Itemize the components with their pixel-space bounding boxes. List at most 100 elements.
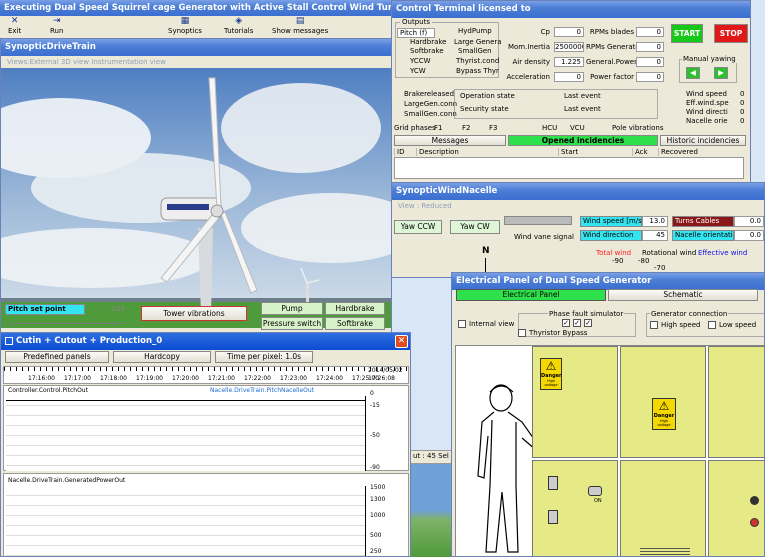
param-label: Air density [512, 58, 550, 66]
y-tick: 1000 [370, 512, 386, 519]
nacelle-orientation-label: Nacelle orientati [672, 230, 734, 241]
book-icon: ◈ [235, 16, 243, 26]
drivetrain-menu[interactable]: Views:External 3D view Instrumentation v… [1, 56, 391, 68]
cabinet-6[interactable] [708, 460, 764, 556]
breaker-1[interactable] [548, 476, 558, 490]
column-header: Recovered [658, 148, 738, 156]
wind-speed-value[interactable]: 13.0 [642, 216, 668, 227]
yaw-ccw-button[interactable]: Yaw CCW [394, 220, 442, 234]
incidence-list[interactable] [394, 157, 744, 179]
wind-vane-bar [504, 216, 572, 225]
y-tick: 1500 [370, 484, 386, 491]
output-1: Hardbrake [410, 38, 447, 46]
wind-speed-label: Wind speed [m/s] [580, 216, 644, 227]
legend-effective-wind: Effective wind [698, 249, 748, 257]
nacelle-menu[interactable]: View : Reduced [392, 200, 764, 212]
tab-2[interactable]: Historic incidencies [660, 135, 746, 146]
grid-icon: ▦ [180, 16, 190, 26]
grid-phase-1: F1 [434, 124, 443, 132]
phase-check-1[interactable]: ✓ [562, 319, 570, 327]
grid-phase-4: HCU [542, 124, 558, 132]
y-tick: -15 [370, 402, 380, 409]
series-pitchnacelle: Nacelle.DriveTrain.PitchNacelleOut [210, 387, 315, 394]
output-5: YCCW [410, 57, 431, 65]
tab-0[interactable]: Messages [394, 135, 506, 146]
turbine-scene [1, 68, 391, 328]
status-label: Brakereleased [404, 90, 455, 98]
close-icon[interactable]: ✕ [395, 335, 408, 348]
toolbar-button-run[interactable]: ⇥ Run [50, 16, 63, 38]
param-label: General.Power [586, 58, 637, 66]
internal-view-check[interactable]: Internal view [458, 320, 514, 328]
breaker-2[interactable] [548, 510, 558, 524]
column-header: Description [416, 148, 546, 156]
wind-vane-label: Wind vane signal [514, 233, 574, 241]
high-speed-box[interactable] [650, 321, 658, 329]
legend-rotational-wind: Rotational wind [642, 249, 697, 257]
danger-sub-1: High voltage [544, 379, 558, 387]
param-label: Mom.Inertia [507, 43, 550, 51]
pitch-select[interactable]: Pitch (f) [397, 28, 435, 38]
danger-sign-1: ⚠ Danger High voltage [540, 358, 562, 390]
control-terminal-title: Control Terminal licensed to [392, 1, 750, 18]
time-per-pixel-button[interactable]: Time per pixel: 1.0s [215, 351, 313, 363]
output-4: SmallGen [458, 47, 492, 55]
softbrake-button[interactable]: Softbrake [325, 317, 385, 330]
wind-info-label: Nacelle orie [686, 117, 728, 125]
y-tick: 0 [370, 390, 374, 397]
phase-check-2[interactable]: ✓ [573, 319, 581, 327]
time-label: 17:21:00 [208, 375, 235, 382]
gen-conn-label: Generator connection [650, 310, 729, 318]
predefined-panels-button[interactable]: Predefined panels [5, 351, 109, 363]
panel-view: ⚠ Danger High voltage ⚠ Danger High volt… [455, 345, 764, 556]
bg-status-bar: ut : 45 Sel : [410, 450, 455, 464]
thyristor-check[interactable]: Thyristor Bypass [518, 329, 587, 337]
internal-view-box[interactable] [458, 320, 466, 328]
cabinet-5[interactable] [620, 460, 706, 556]
yaw-cw-button[interactable]: Yaw CW [450, 220, 500, 234]
meter-dark [750, 496, 759, 505]
stop-button[interactable]: STOP [714, 24, 748, 43]
y-tick: -50 [370, 432, 380, 439]
tab-schematic[interactable]: Schematic [608, 289, 758, 301]
hardcopy-button[interactable]: Hardcopy [113, 351, 211, 363]
low-speed-check[interactable]: Low speed [708, 321, 756, 329]
plot-2[interactable]: Nacelle.DriveTrain.GeneratedPowerOut 150… [3, 473, 409, 556]
toolbar-button-exit[interactable]: ✕ Exit [8, 16, 21, 38]
series-pitchout: Controller.Control.PitchOut [8, 387, 88, 394]
output-6: Thyrist.cond [456, 57, 500, 65]
hardbrake-button[interactable]: Hardbrake [325, 302, 385, 315]
tab-electrical-panel[interactable]: Electrical Panel [456, 289, 606, 301]
pressure-switch-button[interactable]: Pressure switch [261, 317, 323, 330]
toolbar-button-show-messages[interactable]: ▤ Show messages [272, 16, 328, 38]
tab-1[interactable]: Opened incidencies [508, 135, 658, 146]
toolbar-label: Run [50, 27, 64, 35]
pump-button[interactable]: Pump [261, 302, 323, 315]
wind-info-value: 0 [740, 117, 745, 125]
main-toolbar: ✕ Exit ⇥ Run ▦ Synoptics ◈ Tutorials ▤ Show messa… [0, 16, 391, 38]
plot-1[interactable]: Controller.Control.PitchOut Nacelle.Driv… [3, 385, 409, 471]
on-label: ON [594, 498, 602, 504]
low-speed-box[interactable] [708, 321, 716, 329]
phase-check-3[interactable]: ✓ [584, 319, 592, 327]
time-label: 17:20:00 [172, 375, 199, 382]
on-switch[interactable] [588, 486, 602, 496]
cutin-titlebar: Cutin + Cutout + Production_0 ✕ [1, 333, 410, 350]
bg-status-text: ut : 45 Sel : [413, 452, 454, 460]
pitch-slider[interactable] [7, 318, 125, 324]
tower-vibrations-button[interactable]: Tower vibrations [141, 306, 247, 321]
warning-icon: ⚠ [545, 359, 557, 373]
yaw-right-button[interactable]: ▶ [714, 67, 728, 79]
start-button[interactable]: START [671, 24, 703, 43]
wind-info-value: 0 [740, 99, 745, 107]
danger-sub-2: High voltage [657, 419, 671, 427]
thyristor-box[interactable] [518, 329, 526, 337]
toolbar-button-synoptics[interactable]: ▦ Synoptics [168, 16, 202, 38]
toolbar-button-tutorials[interactable]: ◈ Tutorials [224, 16, 253, 38]
cabinet-3[interactable] [708, 346, 764, 458]
cabinet-4[interactable] [532, 460, 618, 556]
yaw-left-button[interactable]: ◀ [686, 67, 700, 79]
phase-checks[interactable]: ✓ ✓ ✓ [562, 319, 595, 327]
high-speed-check[interactable]: High speed [650, 321, 700, 329]
wind-direction-value[interactable]: 45 [642, 230, 668, 241]
